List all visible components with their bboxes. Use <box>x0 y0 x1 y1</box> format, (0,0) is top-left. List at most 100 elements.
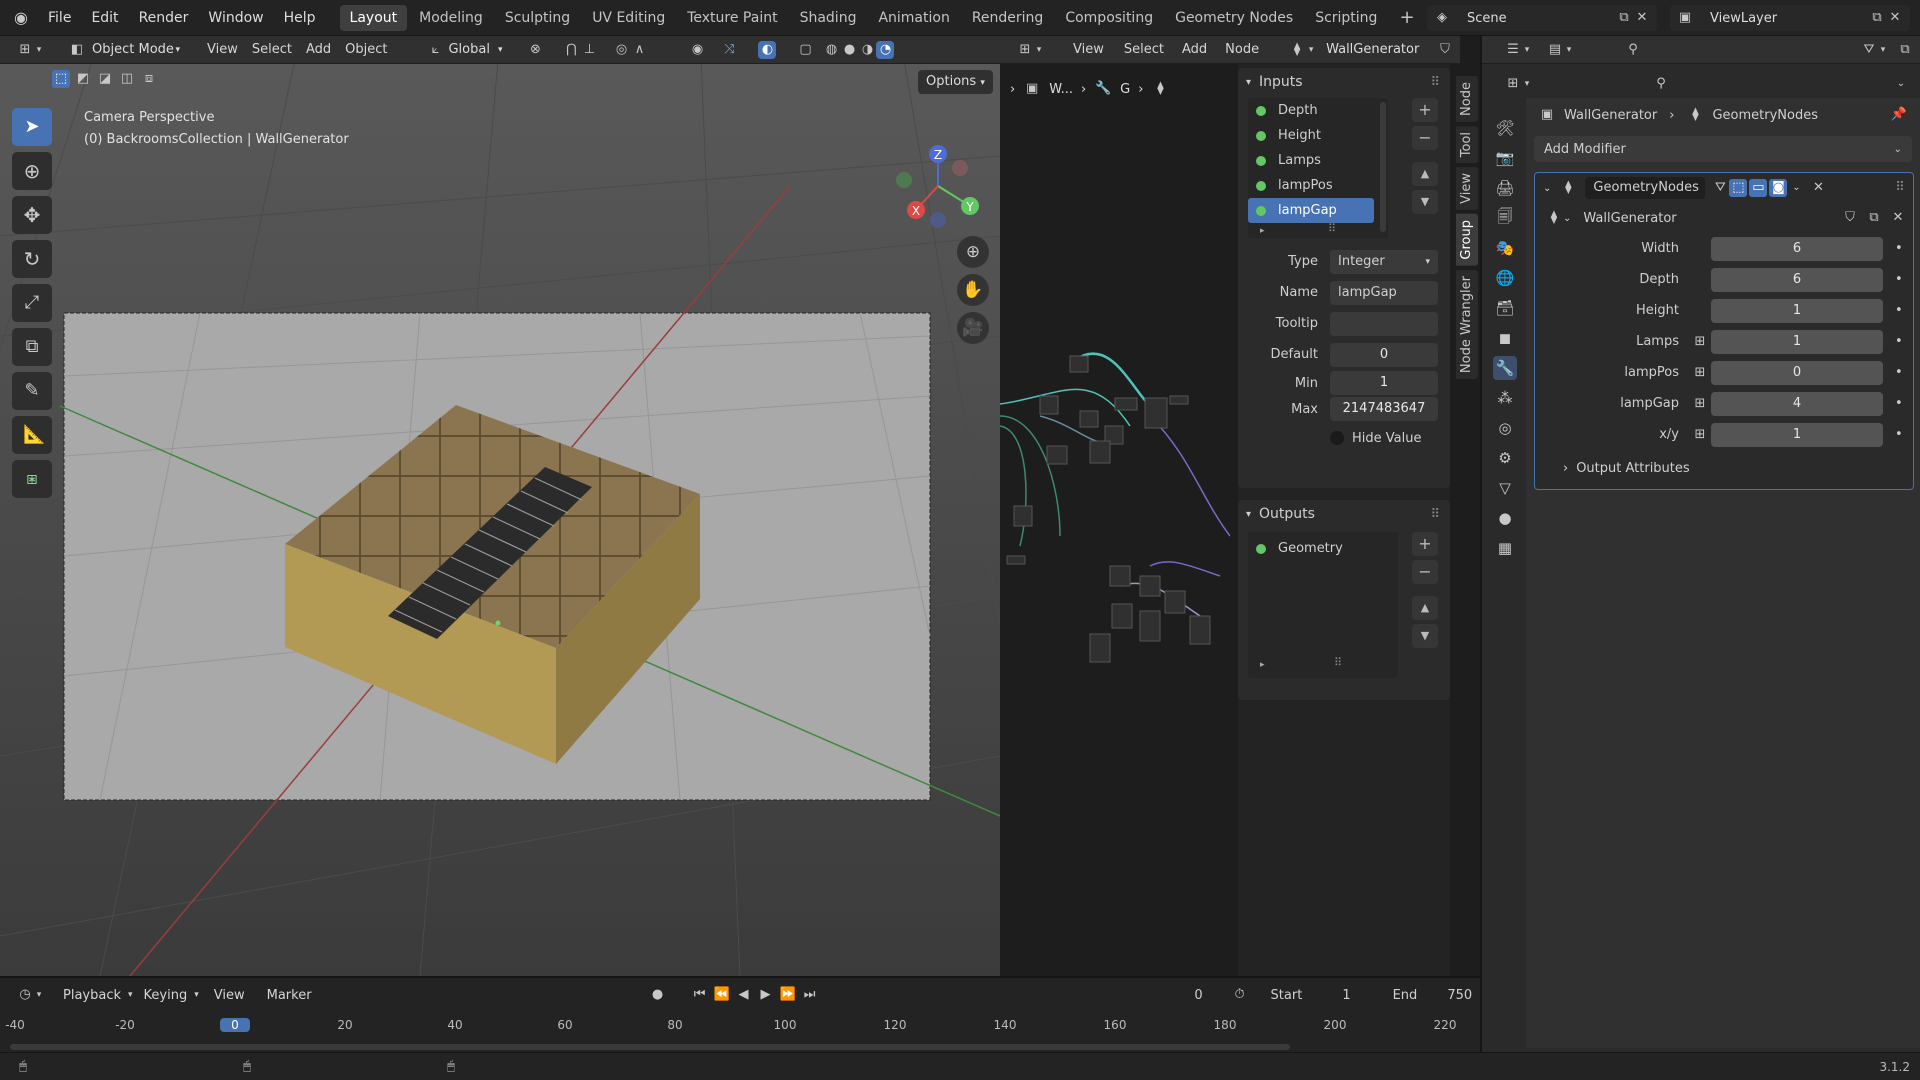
node-menu-node[interactable]: Node <box>1218 42 1266 57</box>
material-icon[interactable]: ● <box>1493 506 1517 530</box>
scene-icon[interactable]: 🎭 <box>1493 236 1517 260</box>
node-graph[interactable] <box>1000 336 1230 716</box>
tab-animation[interactable]: Animation <box>868 5 959 31</box>
list-item[interactable]: Depth <box>1248 98 1388 123</box>
move-up-button[interactable]: ▲ <box>1412 596 1438 620</box>
record-icon[interactable]: ● <box>649 986 667 1004</box>
collection-icon[interactable]: 🗃 <box>1493 296 1517 320</box>
list-item[interactable]: Height <box>1248 123 1388 148</box>
copy-icon[interactable]: ⧉ <box>1868 9 1886 27</box>
chevron-down-icon[interactable]: ▾ <box>1878 41 1888 59</box>
select-new-icon[interactable]: ⬚ <box>52 70 70 88</box>
tab-texture-paint[interactable]: Texture Paint <box>677 5 787 31</box>
move-tool[interactable]: ✥ <box>12 196 52 234</box>
pivot-icon[interactable]: ⊗ <box>526 41 544 59</box>
modifier-wrench-icon[interactable]: 🔧 <box>1493 356 1517 380</box>
xray-icon[interactable]: ▢ <box>796 41 814 59</box>
editor-type-icon[interactable]: ⊞ <box>1504 75 1522 93</box>
tab-group[interactable]: Group <box>1456 214 1478 266</box>
close-icon[interactable]: ✕ <box>1633 9 1651 27</box>
editor-type-icon[interactable]: ⊞ <box>16 41 34 59</box>
chevron-down-icon[interactable]: ▾ <box>34 986 44 1004</box>
mode-dropdown[interactable]: ◧ Object Mode ▾ <box>60 38 188 61</box>
resize-handle-icon[interactable]: ⠿ <box>1334 656 1342 669</box>
view-layer-selector[interactable]: ▣ ViewLayer ⧉ ✕ <box>1670 5 1910 31</box>
add-input-button[interactable]: + <box>1412 98 1438 122</box>
add-workspace-button[interactable]: + <box>1389 5 1424 31</box>
resize-handle-icon[interactable]: ⠿ <box>1328 222 1336 235</box>
node-tree-name[interactable]: WallGenerator <box>1326 42 1419 57</box>
list-item[interactable]: Geometry <box>1248 536 1398 561</box>
duplicate-icon[interactable]: ⧉ <box>1865 209 1883 227</box>
particles-icon[interactable]: ⁂ <box>1493 386 1517 410</box>
timeline-ruler[interactable]: -40 -20 0 20 40 60 80 100 120 140 160 180 200 220 <box>0 1012 1480 1040</box>
move-down-button[interactable]: ▼ <box>1412 624 1438 648</box>
select-box-tool[interactable]: ➤ <box>12 108 52 146</box>
chevron-down-icon[interactable]: ⌄ <box>1787 179 1805 197</box>
timeline-menu-marker[interactable]: Marker <box>260 988 319 1003</box>
start-field[interactable]: 1 <box>1342 988 1350 1003</box>
annotate-tool[interactable]: ✎ <box>12 372 52 410</box>
object-icon[interactable]: ◼ <box>1493 326 1517 350</box>
hand-pan-icon[interactable]: ✋ <box>957 274 989 306</box>
pin-icon[interactable]: 📌 <box>1890 106 1908 124</box>
options-dropdown[interactable]: Options ▾ <box>918 70 993 94</box>
viewport-display-icon[interactable]: ▭ <box>1749 179 1768 197</box>
expand-arrow-icon[interactable]: ▸ <box>1260 660 1265 670</box>
play-reverse-icon[interactable]: ◀ <box>735 986 753 1004</box>
keyframe-dot-icon[interactable]: • <box>1895 427 1903 442</box>
tab-compositing[interactable]: Compositing <box>1055 5 1163 31</box>
proportional-edit-icon[interactable]: ◎ <box>612 41 630 59</box>
navigation-gizmo[interactable]: Z Y X <box>890 116 1000 236</box>
end-field[interactable]: 750 <box>1447 988 1472 1003</box>
hide-value-checkbox[interactable] <box>1330 431 1344 445</box>
cursor-tool[interactable]: ⊕ <box>12 152 52 190</box>
expand-arrow-icon[interactable]: ▸ <box>1260 226 1265 236</box>
viewport-menu-add[interactable]: Add <box>299 42 338 57</box>
move-down-button[interactable]: ▼ <box>1412 190 1438 214</box>
add-cube-tool[interactable]: ⧆ <box>12 460 52 498</box>
tab-shading[interactable]: Shading <box>790 5 867 31</box>
param-field[interactable]: 4 <box>1711 391 1883 416</box>
node-menu-add[interactable]: Add <box>1175 42 1214 57</box>
list-item[interactable]: Lamps <box>1248 148 1388 173</box>
keyframe-dot-icon[interactable]: • <box>1895 334 1903 349</box>
menu-window[interactable]: Window <box>198 0 273 36</box>
menu-edit[interactable]: Edit <box>81 0 128 36</box>
falloff-icon[interactable]: ∧ <box>630 41 648 59</box>
keyframe-dot-icon[interactable]: • <box>1895 303 1903 318</box>
jump-start-icon[interactable]: ⏮ <box>691 986 709 1004</box>
node-group-name[interactable]: WallGenerator <box>1583 211 1676 226</box>
chevron-down-icon[interactable]: ▾ <box>34 41 44 59</box>
physics-icon[interactable]: ◎ <box>1493 416 1517 440</box>
fake-user-shield-icon[interactable]: ⛉ <box>1436 41 1454 59</box>
keyframe-dot-icon[interactable]: • <box>1895 396 1903 411</box>
fake-user-shield-icon[interactable]: ⛉ <box>1841 209 1859 227</box>
chevron-down-icon[interactable]: ▾ <box>1306 41 1316 59</box>
on-cage-icon[interactable]: ⛛ <box>1711 179 1729 197</box>
param-field[interactable]: 1 <box>1711 329 1883 354</box>
tab-layout[interactable]: Layout <box>339 4 408 31</box>
min-field[interactable]: 1 <box>1330 371 1438 395</box>
tab-tool[interactable]: Tool <box>1456 125 1478 164</box>
remove-input-button[interactable]: − <box>1412 126 1438 150</box>
timeline-menu-keying[interactable]: Keying <box>137 988 195 1003</box>
viewport-menu-object[interactable]: Object <box>338 42 394 57</box>
close-icon[interactable]: ✕ <box>1809 179 1827 197</box>
attribute-toggle-icon[interactable]: ⊞ <box>1689 426 1711 444</box>
list-item[interactable]: lampPos <box>1248 173 1388 198</box>
tab-modeling[interactable]: Modeling <box>409 5 493 31</box>
new-collection-icon[interactable]: ⧉ <box>1896 41 1914 59</box>
filter-icon[interactable]: ⛛ <box>1860 41 1878 59</box>
chevron-down-icon[interactable]: ⌄ <box>1892 75 1910 93</box>
display-mode-icon[interactable]: ▤ <box>1546 41 1564 59</box>
drag-handle-icon[interactable]: ⠿ <box>1891 179 1909 197</box>
overlay-icon[interactable]: ◐ <box>758 40 777 59</box>
timeline-menu-playback[interactable]: Playback <box>56 988 128 1003</box>
chevron-down-icon[interactable]: ⌄ <box>1563 213 1571 224</box>
tab-geometry-nodes[interactable]: Geometry Nodes <box>1165 5 1303 31</box>
viewport-menu-view[interactable]: View <box>200 42 245 57</box>
snap-target-icon[interactable]: ⊥ <box>580 41 598 59</box>
rendered-shading-icon[interactable]: ◔ <box>876 40 895 59</box>
node-tree-icon[interactable]: ⧫ <box>1288 41 1306 59</box>
